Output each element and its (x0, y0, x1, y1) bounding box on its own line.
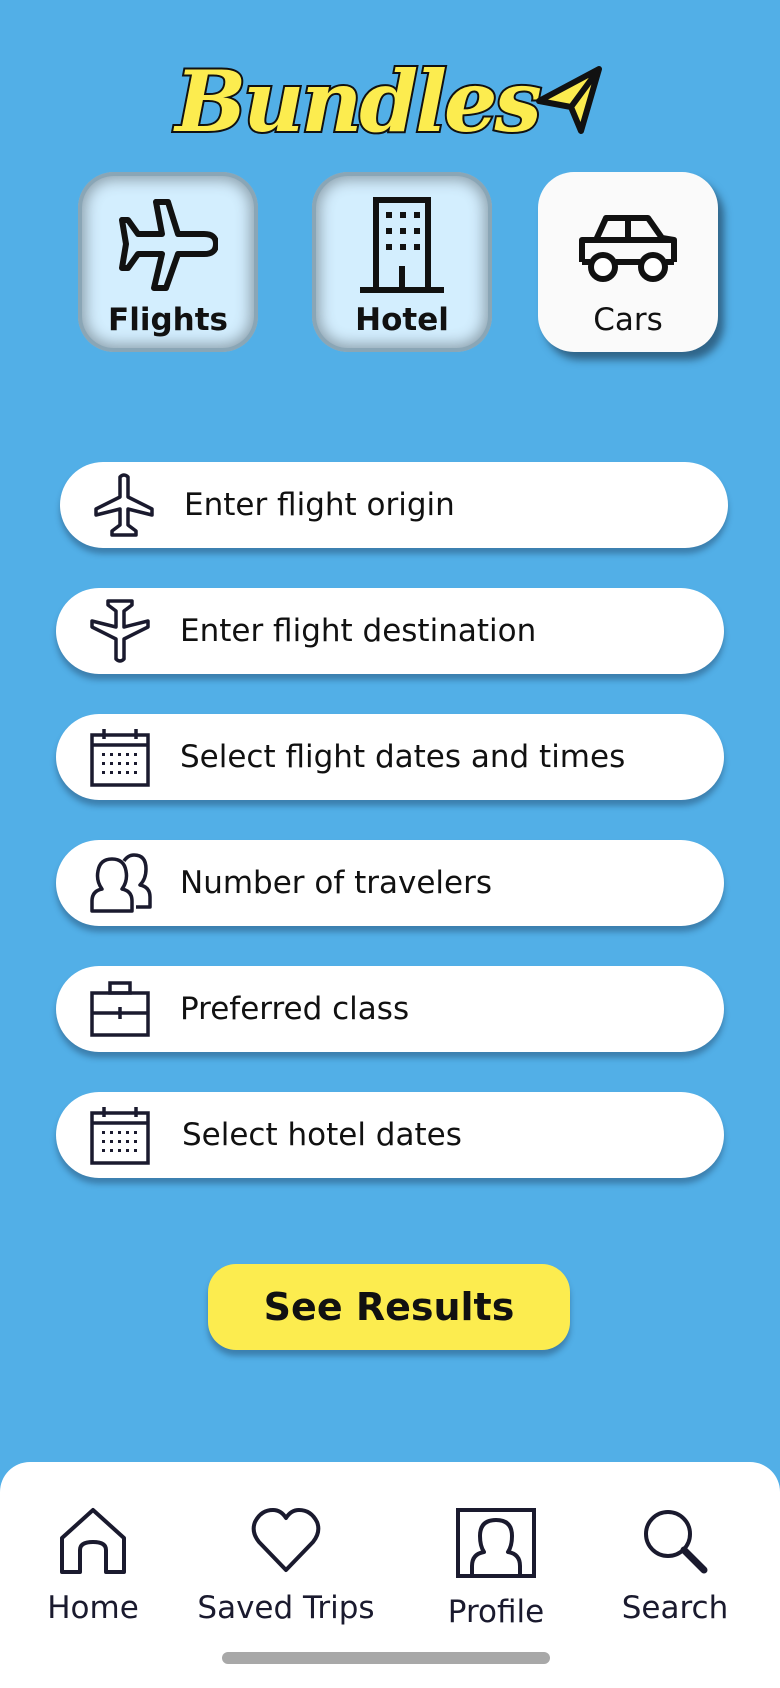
field-label: Select hotel dates (182, 1117, 462, 1153)
paper-plane-icon (535, 66, 602, 134)
calendar-icon (88, 1105, 152, 1165)
field-label: Preferred class (180, 991, 410, 1027)
nav-label: Home (47, 1590, 139, 1626)
plane-icon (78, 196, 258, 296)
plane-landing-icon (88, 599, 152, 663)
nav-item-profile[interactable]: Profile (446, 1506, 546, 1630)
bottom-nav: Home Saved Trips Profile Search (0, 1462, 780, 1688)
briefcase-icon (88, 979, 152, 1039)
search-icon (640, 1506, 710, 1580)
home-indicator[interactable] (222, 1652, 550, 1664)
nav-item-home[interactable]: Home (46, 1506, 140, 1626)
nav-item-saved-trips[interactable]: Saved Trips (196, 1506, 376, 1626)
flight-dates-field[interactable]: Select flight dates and times (56, 714, 724, 800)
plane-takeoff-icon (92, 473, 156, 537)
nav-item-search[interactable]: Search (620, 1506, 730, 1626)
tab-flights[interactable]: Flights (78, 172, 258, 352)
field-label: Select flight dates and times (180, 739, 626, 775)
mode-tabs: Flights Hotel Cars (0, 172, 780, 352)
tab-cars[interactable]: Cars (538, 172, 718, 352)
logo-text: Bundles (173, 52, 544, 151)
field-label: Enter flight origin (184, 487, 455, 523)
travelers-field[interactable]: Number of travelers (56, 840, 724, 926)
tab-label: Flights (108, 302, 228, 338)
preferred-class-field[interactable]: Preferred class (56, 966, 724, 1052)
field-label: Enter flight destination (180, 613, 537, 649)
app-logo: Bundles (0, 52, 780, 152)
nav-label: Saved Trips (197, 1590, 375, 1626)
home-icon (58, 1506, 128, 1580)
tab-hotel[interactable]: Hotel (312, 172, 492, 352)
car-icon (538, 212, 718, 288)
building-icon (312, 196, 492, 296)
people-icon (88, 851, 152, 915)
tab-label: Hotel (355, 302, 449, 338)
tab-label: Cars (593, 302, 663, 338)
field-label: Number of travelers (180, 865, 493, 901)
nav-label: Profile (447, 1594, 545, 1630)
flight-origin-field[interactable]: Enter flight origin (60, 462, 728, 548)
flight-destination-field[interactable]: Enter flight destination (56, 588, 724, 674)
calendar-icon (88, 727, 152, 787)
heart-icon (251, 1506, 321, 1580)
see-results-button[interactable]: See Results (208, 1264, 570, 1350)
nav-label: Search (621, 1590, 729, 1626)
hotel-dates-field[interactable]: Select hotel dates (56, 1092, 724, 1178)
profile-icon (454, 1506, 538, 1584)
